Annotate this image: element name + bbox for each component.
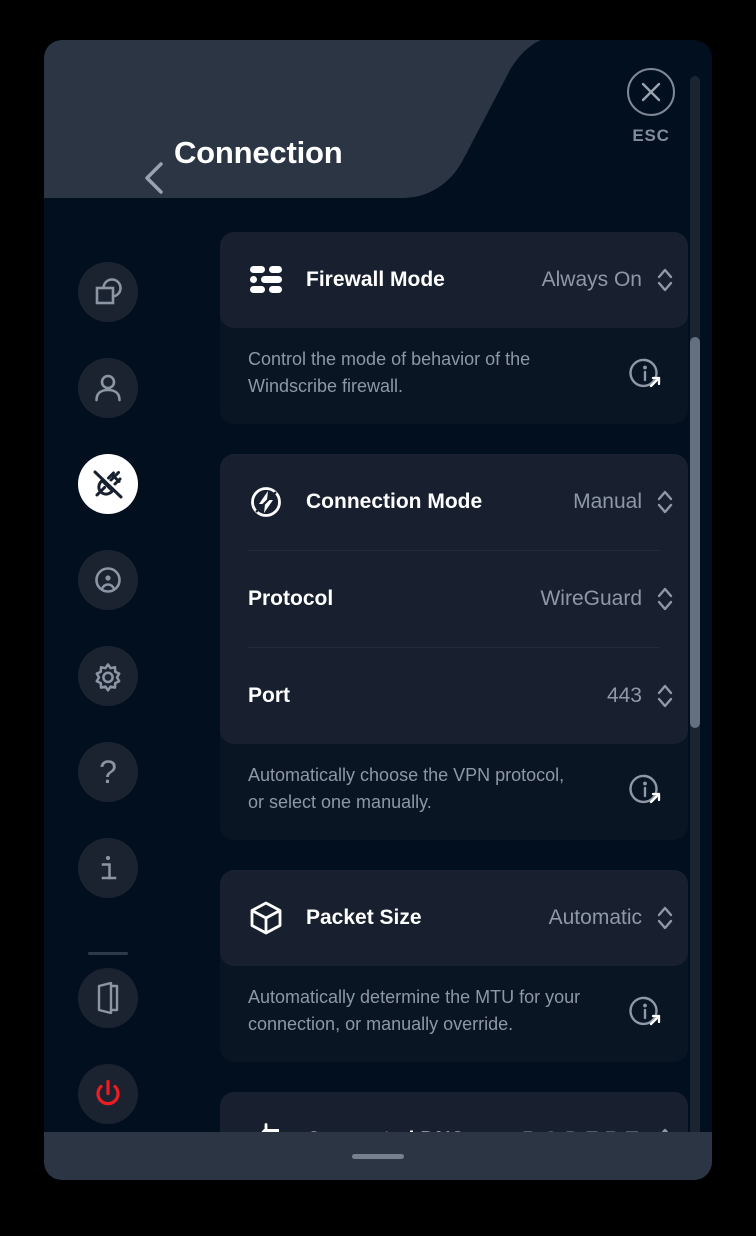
package-box-icon — [248, 900, 284, 936]
window-header: Connection ESC — [44, 40, 712, 200]
description-text: Control the mode of behavior of the Wind… — [248, 349, 531, 396]
row-value: Automatic — [548, 906, 642, 929]
row-port[interactable]: Port 443 — [220, 648, 688, 744]
stepper-icon[interactable] — [642, 584, 688, 614]
close-x-icon — [641, 82, 661, 102]
question-mark-icon: ? — [99, 754, 117, 790]
window-footer — [44, 1132, 712, 1180]
gear-icon — [95, 663, 121, 692]
chevron-left-icon — [145, 162, 163, 194]
row-protocol[interactable]: Protocol WireGuard — [220, 551, 688, 647]
shapes-overlap-icon — [95, 278, 122, 305]
stepper-icon[interactable] — [642, 265, 688, 295]
row-label: Packet Size — [306, 906, 422, 929]
settings-group-firewall: Firewall Mode Always On Control the mode… — [220, 232, 688, 424]
close-button[interactable]: ESC — [612, 68, 690, 146]
scrollbar-track[interactable] — [690, 76, 700, 1162]
power-icon — [96, 1079, 120, 1106]
page-title: Connection — [174, 135, 343, 170]
row-value: Manual — [573, 490, 642, 513]
settings-group-connection-mode: Connection Mode Manual Protocol WireGuar… — [220, 454, 688, 840]
row-value: Always On — [541, 268, 642, 291]
setting-description: Automatically choose the VPN protocol, o… — [220, 730, 688, 840]
row-label: Protocol — [248, 587, 334, 610]
setting-card: Firewall Mode Always On — [220, 232, 688, 328]
stepper-icon[interactable] — [642, 681, 688, 711]
setting-description: Control the mode of behavior of the Wind… — [220, 314, 688, 424]
sidebar-item-quit[interactable] — [78, 1064, 138, 1124]
sidebar-item-robert[interactable] — [78, 550, 138, 610]
back-button[interactable] — [128, 152, 180, 204]
row-label: Firewall Mode — [306, 268, 445, 291]
row-packet-size[interactable]: Packet Size Automatic — [220, 870, 688, 966]
sidebar-item-about[interactable] — [78, 838, 138, 898]
description-text: Automatically choose the VPN protocol, o… — [248, 765, 565, 812]
stepper-icon[interactable] — [642, 487, 688, 517]
row-firewall-mode[interactable]: Firewall Mode Always On — [220, 232, 688, 328]
stepper-icon[interactable] — [642, 903, 688, 933]
info-external-link-icon[interactable] — [626, 770, 664, 808]
drag-handle[interactable] — [352, 1153, 404, 1159]
setting-card: Connection Mode Manual Protocol WireGuar… — [220, 454, 688, 744]
row-connection-mode[interactable]: Connection Mode Manual — [220, 454, 688, 550]
info-external-link-icon[interactable] — [626, 354, 664, 392]
lightning-circle-icon — [248, 484, 284, 520]
sidebar-item-preferences[interactable] — [78, 646, 138, 706]
info-i-icon — [101, 855, 117, 880]
close-circle — [627, 68, 675, 116]
exit-door-icon — [97, 982, 119, 1014]
scrollbar-thumb[interactable] — [690, 336, 700, 728]
sidebar-item-help[interactable]: ? — [78, 742, 138, 802]
row-value: 443 — [606, 684, 642, 707]
settings-list: Firewall Mode Always On Control the mode… — [176, 200, 712, 1152]
firewall-bricks-icon — [248, 262, 284, 298]
sidebar-nav: ? — [44, 200, 176, 1180]
row-value: WireGuard — [540, 587, 642, 610]
setting-card: Packet Size Automatic — [220, 870, 688, 966]
settings-window: Connection ESC ? Firewall Mode Always On… — [44, 40, 712, 1180]
sidebar-item-logout[interactable] — [78, 968, 138, 1028]
settings-group-packet-size: Packet Size Automatic Automatically dete… — [220, 870, 688, 1062]
setting-description: Automatically determine the MTU for your… — [220, 952, 688, 1062]
plug-disconnected-icon — [93, 470, 123, 499]
sidebar-item-account[interactable] — [78, 358, 138, 418]
sidebar-item-connection[interactable] — [78, 454, 138, 514]
person-icon — [95, 374, 121, 402]
row-label: Connection Mode — [306, 490, 483, 513]
robert-bot-icon — [95, 567, 121, 593]
row-label: Port — [248, 684, 290, 707]
info-external-link-icon[interactable] — [626, 992, 664, 1030]
sidebar-item-general[interactable] — [78, 262, 138, 322]
sidebar-divider — [88, 952, 128, 955]
description-text: Automatically determine the MTU for your… — [248, 987, 581, 1034]
esc-label: ESC — [632, 126, 670, 145]
